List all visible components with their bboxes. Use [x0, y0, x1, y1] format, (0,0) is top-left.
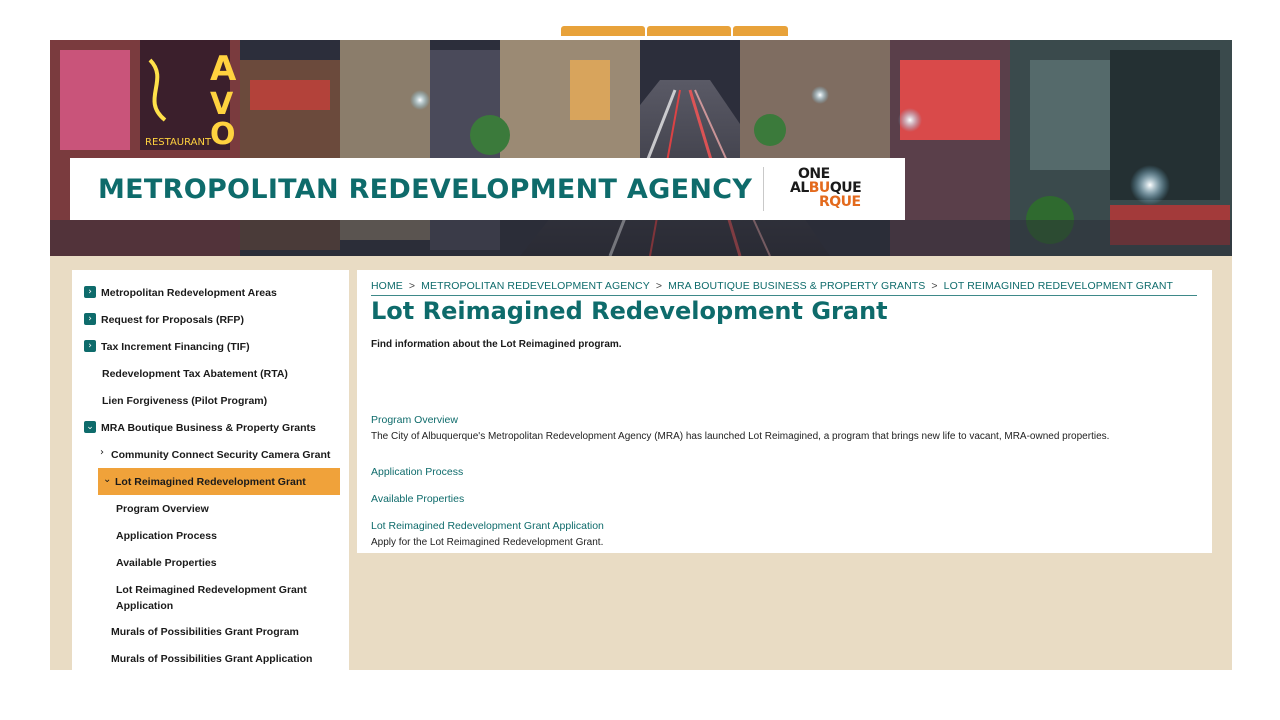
sidebar-item-murals-program[interactable]: Murals of Possibilities Grant Program: [111, 626, 299, 638]
sidebar-nav: › Metropolitan Redevelopment Areas › Req…: [72, 270, 349, 670]
street-scene-image: A V O RESTAURANT: [50, 40, 1232, 256]
one-albuquerque-logo[interactable]: ONE ALBUQUE RQUE: [790, 167, 870, 209]
sidebar-item-grant-application-line2: Application: [116, 600, 174, 612]
sidebar-item-murals-application[interactable]: Murals of Possibilities Grant Applicatio…: [111, 653, 312, 665]
breadcrumb-current[interactable]: LOT REIMAGINED REDEVELOPMENT GRANT: [944, 280, 1173, 292]
logo-line-1: ONE: [798, 166, 830, 182]
chevron-right-icon[interactable]: ›: [84, 286, 96, 298]
sidebar-item-program-overview[interactable]: Program Overview: [116, 503, 209, 515]
application-process-link[interactable]: Application Process: [371, 466, 463, 478]
breadcrumb: HOME > METROPOLITAN REDEVELOPMENT AGENCY > M…: [371, 280, 1173, 292]
sidebar-item-rta[interactable]: Redevelopment Tax Abatement (RTA): [102, 368, 288, 380]
sidebar-item-rfp[interactable]: Request for Proposals (RFP): [101, 314, 244, 326]
sidebar-item-lot-reimagined[interactable]: Lot Reimagined Redevelopment Grant: [115, 476, 306, 488]
svg-text:O: O: [210, 117, 236, 152]
chevron-right-icon[interactable]: ›: [84, 340, 96, 352]
chevron-down-icon[interactable]: ⌄: [84, 421, 96, 433]
chevron-right-icon[interactable]: ›: [84, 313, 96, 325]
chevron-right-icon[interactable]: ›: [100, 447, 104, 458]
breadcrumb-separator: >: [408, 280, 416, 292]
sidebar-item-available-properties[interactable]: Available Properties: [116, 557, 217, 569]
program-overview-link[interactable]: Program Overview: [371, 414, 458, 426]
logo-line-2: ALBUQUE: [790, 181, 870, 195]
sidebar-item-metropolitan-redevelopment-areas[interactable]: Metropolitan Redevelopment Areas: [101, 287, 277, 299]
page-intro: Find information about the Lot Reimagine…: [371, 339, 622, 350]
svg-text:RESTAURANT: RESTAURANT: [145, 137, 212, 148]
sidebar-item-tif[interactable]: Tax Increment Financing (TIF): [101, 341, 250, 353]
sidebar-item-community-connect[interactable]: Community Connect Security Camera Grant: [111, 449, 330, 461]
page-title: Lot Reimagined Redevelopment Grant: [371, 297, 888, 325]
grant-application-link[interactable]: Lot Reimagined Redevelopment Grant Appli…: [371, 520, 604, 532]
top-tab[interactable]: [647, 26, 731, 36]
grant-application-text: Apply for the Lot Reimagined Redevelopme…: [371, 537, 604, 548]
chevron-down-icon[interactable]: ⌄: [103, 474, 111, 485]
main-content: HOME > METROPOLITAN REDEVELOPMENT AGENCY > M…: [357, 270, 1212, 553]
logo-line-2a: AL: [790, 180, 809, 196]
header-banner: A V O RESTAURANT METROPOLITAN REDEVELOPM…: [50, 40, 1232, 256]
breadcrumb-boutique-grants[interactable]: MRA BOUTIQUE BUSINESS & PROPERTY GRANTS: [668, 280, 925, 292]
program-overview-text: The City of Albuquerque's Metropolitan R…: [371, 431, 1110, 442]
sidebar-item-application-process[interactable]: Application Process: [116, 530, 217, 542]
sidebar-item-grant-application[interactable]: Lot Reimagined Redevelopment Grant Appli…: [116, 584, 307, 612]
agency-title-card: METROPOLITAN REDEVELOPMENT AGENCY ONE AL…: [70, 158, 905, 220]
breadcrumb-home[interactable]: HOME: [371, 280, 403, 292]
breadcrumb-divider: [371, 295, 1197, 296]
agency-title: METROPOLITAN REDEVELOPMENT AGENCY: [98, 173, 753, 205]
top-tab[interactable]: [561, 26, 645, 36]
page-frame: A V O RESTAURANT METROPOLITAN REDEVELOPM…: [50, 40, 1232, 670]
sidebar-item-grant-application-line1: Lot Reimagined Redevelopment Grant: [116, 584, 307, 596]
breadcrumb-mra[interactable]: METROPOLITAN REDEVELOPMENT AGENCY: [421, 280, 650, 292]
breadcrumb-separator: >: [931, 280, 938, 292]
svg-text:A: A: [210, 49, 237, 89]
top-tab[interactable]: [733, 26, 788, 36]
sidebar-item-mra-boutique-grants[interactable]: MRA Boutique Business & Property Grants: [101, 422, 316, 434]
breadcrumb-separator: >: [655, 280, 663, 292]
top-tabs: [561, 26, 788, 36]
logo-line-3: RQUE: [819, 194, 861, 210]
available-properties-link[interactable]: Available Properties: [371, 493, 464, 505]
title-divider: [763, 167, 764, 211]
sidebar-item-lien-forgiveness[interactable]: Lien Forgiveness (Pilot Program): [102, 395, 267, 407]
